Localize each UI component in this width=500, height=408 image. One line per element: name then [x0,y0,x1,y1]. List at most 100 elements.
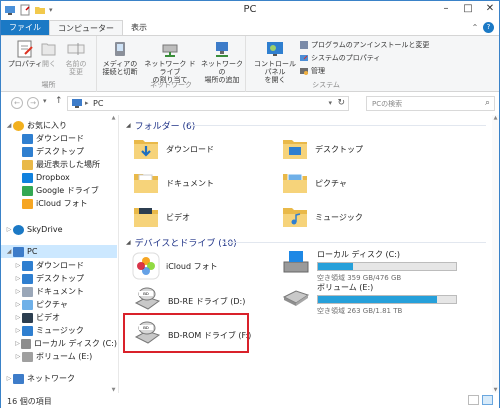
minimize-icon[interactable]: – [439,3,453,15]
expand-chevron-icon[interactable]: ▷ [5,226,13,233]
collapse-chevron-icon[interactable]: ◢ [5,248,13,255]
sidebar-item[interactable]: ◢ PC [1,245,117,258]
sidebar-item-label: デスクトップ [36,147,84,156]
ribbon-tabs: ファイル コンピューター 表示 ⌃ ? [1,20,499,35]
devices-section-header[interactable]: ◢ デバイスとドライブ (10) [126,236,237,249]
sidebar-item-label: ダウンロード [36,134,84,143]
close-icon[interactable]: ✕ [483,3,497,15]
music-folder-icon [283,208,307,227]
expand-chevron-icon[interactable]: ▷ [14,262,22,269]
folder-tile[interactable]: ドキュメント [132,169,214,197]
system-properties-label: システムのプロパティ [311,54,381,62]
desktop-folder-icon [283,140,307,159]
search-icon[interactable]: ⌕ [485,98,490,108]
tab-computer[interactable]: コンピューター [49,20,123,35]
sidebar-item[interactable]: ▷ SkyDrive [1,223,117,236]
capacity-bar [317,295,457,304]
scroll-up-icon[interactable]: ▲ [110,115,117,121]
ribbon-group-network: メディアの 接続と切断 ネットワーク ドライブ の割り当て ネットワークの 場所… [97,36,246,92]
up-arrow-icon[interactable]: ↑ [55,96,63,106]
media-device-icon [115,42,125,56]
open-control-panel-button[interactable]: コントロール パネル を開く [251,39,299,84]
tab-file[interactable]: ファイル [1,20,49,35]
sidebar-item[interactable]: ▷ デスクトップ [1,272,117,285]
sidebar-item[interactable]: ▷ ミュージック [1,324,117,337]
sidebar-item[interactable]: ▷ ボリューム (E:) [1,350,117,363]
address-dropdown-icon[interactable]: ▾ [328,99,332,107]
volume-icon [22,351,33,362]
expand-chevron-icon[interactable]: ▷ [5,375,13,382]
folder-label: ダウンロード [166,144,214,154]
system-properties-button[interactable]: システムのプロパティ [299,53,380,63]
add-network-location-button[interactable]: ネットワークの 場所の追加 [198,39,246,84]
expand-chevron-icon[interactable]: ▷ [14,314,22,321]
sidebar-item-label: iCloud フォト [36,199,88,208]
media-connect-button[interactable]: メディアの 接続と切断 [97,39,143,76]
sidebar-item[interactable]: ▷ ダウンロード [1,259,117,272]
desktop-icon [22,273,33,284]
expand-chevron-icon[interactable]: ▷ [14,288,22,295]
sidebar-item[interactable]: iCloud フォト [1,197,117,210]
folders-section-header[interactable]: ◢ フォルダー (6) [126,119,195,132]
folder-tile[interactable]: ダウンロード [132,135,214,163]
rename-icon [67,43,85,55]
recent-locations-chevron-icon[interactable]: ▾ [43,97,47,105]
sidebar-item[interactable]: ダウンロード [1,132,117,145]
drive-tile[interactable]: ボリューム (E:) 空き領域 263 GB/1.81 TB [281,281,457,316]
folder-tile[interactable]: ビデオ [132,203,190,231]
collapse-ribbon-icon[interactable]: ⌃ [470,23,480,33]
breadcrumb-pc[interactable]: PC [93,99,103,108]
collapse-chevron-icon[interactable]: ◢ [126,122,131,129]
sidebar-item[interactable]: 最近表示した場所 [1,158,117,171]
drive-tile[interactable]: ローカル ディスク (C:) 空き領域 359 GB/476 GB [281,248,457,283]
scroll-up-icon[interactable]: ▲ [492,115,499,121]
expand-chevron-icon[interactable]: ▷ [14,340,21,347]
download-folder-icon [22,133,33,144]
folder-tile[interactable]: デスクトップ [281,135,363,163]
forward-arrow-icon[interactable]: → [27,97,39,109]
details-view-icon[interactable] [468,395,479,405]
content-scrollbar[interactable]: ▲ ▼ [492,115,499,393]
sidebar-item[interactable]: ▷ ローカル ディスク (C:) [1,337,117,350]
sidebar-item[interactable]: ▷ ピクチャ [1,298,117,311]
breadcrumb-separator-icon[interactable]: ▸ [85,99,89,107]
refresh-icon[interactable]: ↻ [337,98,345,108]
sidebar-item-label: ピクチャ [36,300,68,309]
collapse-chevron-icon[interactable]: ◢ [126,239,131,246]
expand-chevron-icon[interactable]: ▷ [14,353,22,360]
address-row: ← → ▾ ↑ ▸ PC ▾ ↻ PCの検索 ⌕ [1,93,499,113]
manage-button[interactable]: 管理 [299,66,325,76]
expand-chevron-icon[interactable]: ▷ [14,301,22,308]
ribbon: プロパティ 開く 名前の 変更 場所 メディアの 接続と切断 ネットワーク ドラ… [1,35,499,92]
tab-view[interactable]: 表示 [123,20,155,35]
search-box[interactable]: PCの検索 ⌕ [366,96,495,111]
navigation-scrollbar[interactable]: ▲ ▼ [110,115,117,393]
sidebar-item[interactable]: Google ドライブ [1,184,117,197]
back-arrow-icon[interactable]: ← [11,97,23,109]
sidebar-item[interactable]: デスクトップ [1,145,117,158]
expand-chevron-icon[interactable]: ▷ [14,275,22,282]
drive-tile[interactable]: BD BD-RE ドライブ (D:) [132,285,245,315]
local-disk-icon [21,338,31,349]
sidebar-item[interactable]: ▷ ネットワーク [1,372,117,385]
maximize-icon[interactable]: □ [461,3,475,15]
expand-chevron-icon[interactable]: ▷ [14,327,22,334]
manage-icon [300,68,308,75]
device-tile[interactable]: iCloud フォト [132,252,218,280]
tiles-view-icon[interactable] [482,395,493,405]
sidebar-item[interactable]: ▷ ドキュメント [1,285,117,298]
map-network-drive-button[interactable]: ネットワーク ドライブ の割り当て [142,39,198,84]
star-icon [13,120,24,131]
help-icon[interactable]: ? [483,22,494,33]
sidebar-item[interactable]: Dropbox [1,171,117,184]
rename-button[interactable]: 名前の 変更 [53,39,99,76]
folder-tile[interactable]: ミュージック [281,203,363,231]
uninstall-programs-button[interactable]: プログラムのアンインストールと変更 [299,40,429,50]
address-bar[interactable]: ▸ PC ▾ ↻ [67,96,349,111]
sidebar-item[interactable]: ◢ お気に入り [1,119,117,132]
folder-tile[interactable]: ピクチャ [281,169,347,197]
bd-re-drive-icon: BD [134,287,161,310]
sidebar-item[interactable]: ▷ ビデオ [1,311,117,324]
music-icon [22,325,33,336]
collapse-chevron-icon[interactable]: ◢ [5,122,13,129]
